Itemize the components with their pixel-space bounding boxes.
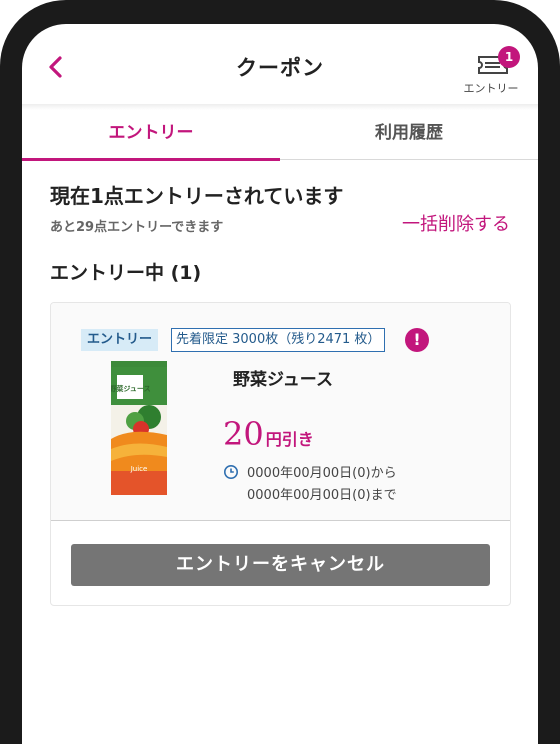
period-end: 0000年00月00日(0)まで	[247, 488, 397, 503]
svg-text:Juice: Juice	[130, 465, 148, 473]
coupon-card: エントリー 先着限定 3000枚（残り2471 枚） ! 野菜ジュース Juic…	[50, 302, 511, 606]
delete-all-link[interactable]: 一括削除する	[402, 210, 510, 236]
discount-amount: 20 円引き	[223, 415, 314, 453]
entry-header-button[interactable]: 1 エントリー	[458, 44, 524, 96]
discount-unit: 円引き	[265, 430, 314, 449]
cancel-entry-button[interactable]: エントリーをキャンセル	[71, 544, 490, 586]
entry-tag: エントリー	[81, 329, 159, 351]
limited-quantity-tag: 先着限定 3000枚（残り2471 枚）	[171, 328, 386, 352]
exclamation-icon[interactable]: !	[405, 328, 429, 352]
app-header: クーポン 1 エントリー	[22, 24, 538, 104]
product-name: 野菜ジュース	[233, 370, 333, 390]
juice-carton-image: 野菜ジュース Juice	[111, 361, 167, 495]
clock-icon	[224, 465, 238, 479]
remaining-entries-text: あと29点エントリーできます	[50, 220, 224, 235]
discount-value: 20	[223, 415, 264, 453]
svg-text:野菜ジュース: 野菜ジュース	[111, 384, 151, 393]
phone-frame: クーポン 1 エントリー エントリー 利用履歴 現在1点エントリーされています …	[0, 0, 560, 744]
tab-history[interactable]: 利用履歴	[280, 110, 538, 160]
tab-entry[interactable]: エントリー	[22, 110, 280, 161]
coupon-card-body: エントリー 先着限定 3000枚（残り2471 枚） ! 野菜ジュース Juic…	[51, 303, 510, 521]
entry-header-label: エントリー	[463, 82, 519, 95]
entry-count-title: 現在1点エントリーされています	[50, 184, 344, 208]
section-title: エントリー中 (1)	[50, 262, 202, 284]
tab-bar: エントリー 利用履歴	[22, 110, 538, 161]
app-screen: クーポン 1 エントリー エントリー 利用履歴 現在1点エントリーされています …	[22, 24, 538, 744]
notification-badge: 1	[498, 46, 520, 68]
period-start: 0000年00月00日(0)から	[247, 466, 397, 481]
